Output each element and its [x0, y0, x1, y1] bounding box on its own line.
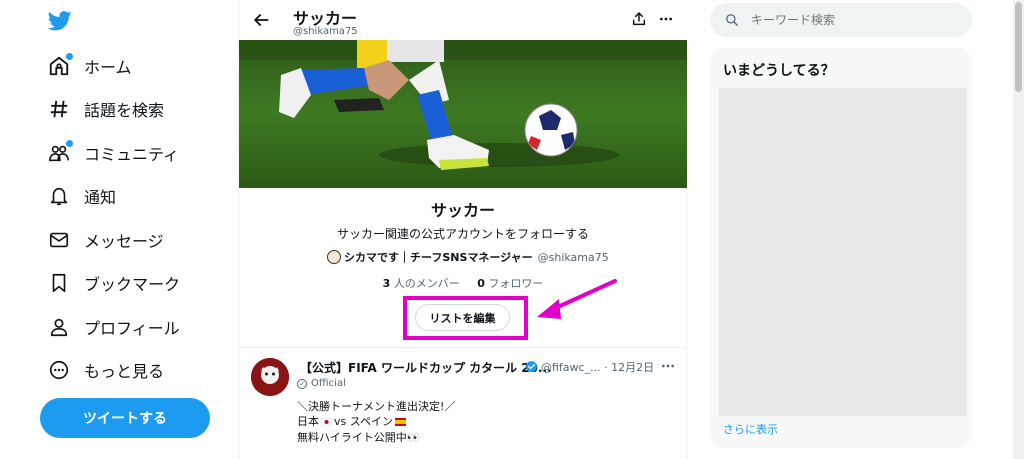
scrollbar[interactable]	[1013, 0, 1024, 459]
left-sidebar: ホーム 話題を検索 コミュニティ 通知 メッセージ ブックマーク プロフィール …	[0, 0, 238, 459]
sidebar-item-home[interactable]: ホーム	[48, 48, 132, 84]
tweet-author-handle: @fifawc_...	[541, 361, 601, 374]
list-name: サッカー	[430, 201, 495, 220]
avatar	[327, 250, 341, 264]
tweet-text-line: 日本 vs スペイン	[297, 413, 408, 429]
panel-title: いまどうしてる？	[723, 63, 835, 79]
list-stats: 3 人のメンバー 0 フォロワー	[239, 275, 687, 291]
sidebar-item-label: プロフィール	[84, 319, 180, 338]
sidebar-item-notifications[interactable]: 通知	[48, 178, 116, 214]
envelope-icon	[48, 229, 70, 251]
edit-list-button[interactable]: リストを編集	[415, 304, 510, 331]
more-horizontal-icon[interactable]	[658, 11, 674, 27]
official-label: ✓ Official	[297, 378, 346, 389]
tweet-text-line: 無料ハイライト公開中👀	[297, 431, 421, 444]
communities-icon	[48, 140, 73, 164]
tweet-text-line: ＼決勝トーナメント進出決定!／	[297, 400, 456, 413]
sidebar-item-label: ホーム	[84, 58, 132, 77]
tweet-card[interactable]: 【公式】FIFA ワールドカップ カタール 20... @fifawc_... …	[239, 348, 687, 459]
home-icon	[48, 53, 73, 77]
followers-count: 0	[477, 277, 485, 290]
sidebar-item-label: メッセージ	[84, 232, 164, 251]
profile-icon	[48, 316, 70, 338]
tweet-more-icon[interactable]	[660, 358, 676, 374]
sidebar-item-profile[interactable]: プロフィール	[48, 309, 180, 345]
trends-placeholder	[719, 88, 967, 416]
tweet-meta: @fifawc_... · 12月2日	[541, 359, 654, 375]
sidebar-item-bookmarks[interactable]: ブックマーク	[48, 265, 180, 301]
notification-dot	[66, 53, 73, 60]
share-icon[interactable]	[631, 11, 647, 27]
page-subtitle-handle: @shikama75	[293, 26, 358, 37]
tweet-author-avatar[interactable]	[251, 358, 289, 396]
sidebar-item-messages[interactable]: メッセージ	[48, 222, 164, 258]
sidebar-item-label: 通知	[84, 188, 117, 207]
sidebar-item-communities[interactable]: コミュニティ	[48, 135, 179, 171]
members-link[interactable]: 3 人のメンバー	[383, 277, 460, 290]
members-label: 人のメンバー	[393, 277, 460, 290]
notification-dot	[66, 140, 73, 147]
sidebar-item-label: ブックマーク	[84, 275, 181, 294]
check-circle-icon: ✓	[297, 378, 307, 389]
pointer-arrow-icon	[537, 279, 617, 319]
whats-happening-panel: いまどうしてる？ さらに表示	[710, 48, 972, 448]
list-header: サッカー @shikama75	[239, 0, 687, 40]
tweet-date[interactable]: · 12月2日	[604, 361, 654, 374]
tweet-button[interactable]: ツイートする	[40, 398, 210, 438]
search-input[interactable]	[751, 13, 951, 27]
list-description: サッカー関連の公式アカウントをフォローする	[336, 227, 589, 241]
twitter-logo-icon[interactable]	[48, 10, 72, 32]
tweet-author-name[interactable]: 【公式】FIFA ワールドカップ カタール 20...	[300, 359, 552, 376]
more-circle-icon	[48, 359, 70, 381]
hashtag-icon	[48, 98, 70, 120]
list-banner-image	[239, 40, 687, 188]
sidebar-item-more[interactable]: もっと見る	[48, 352, 164, 388]
search-icon	[726, 14, 738, 26]
bookmark-icon	[48, 272, 70, 294]
sidebar-item-label: 話題を検索	[84, 101, 165, 120]
sidebar-item-label: もっと見る	[84, 362, 165, 381]
scrollbar-thumb[interactable]	[1015, 2, 1022, 92]
owner-name: シカマです｜チーフSNSマネージャー	[344, 251, 533, 264]
spain-flag-icon	[394, 418, 406, 426]
bell-icon	[48, 185, 70, 207]
japan-flag-icon	[321, 418, 332, 426]
show-more-link[interactable]: さらに表示	[723, 421, 778, 437]
sidebar-item-explore[interactable]: 話題を検索	[48, 91, 164, 127]
owner-handle: @shikama75	[537, 250, 609, 264]
list-timeline: サッカー @shikama75 サッカー サッカー関連の公式アカウントをフォロー…	[238, 0, 687, 459]
list-owner[interactable]: シカマです｜チーフSNSマネージャー @shikama75	[327, 249, 609, 265]
verified-badge-icon	[526, 361, 537, 372]
search-bar[interactable]	[710, 3, 972, 37]
sidebar-item-label: コミュニティ	[84, 145, 180, 164]
back-arrow-icon[interactable]	[251, 10, 271, 30]
members-count: 3	[382, 277, 391, 290]
